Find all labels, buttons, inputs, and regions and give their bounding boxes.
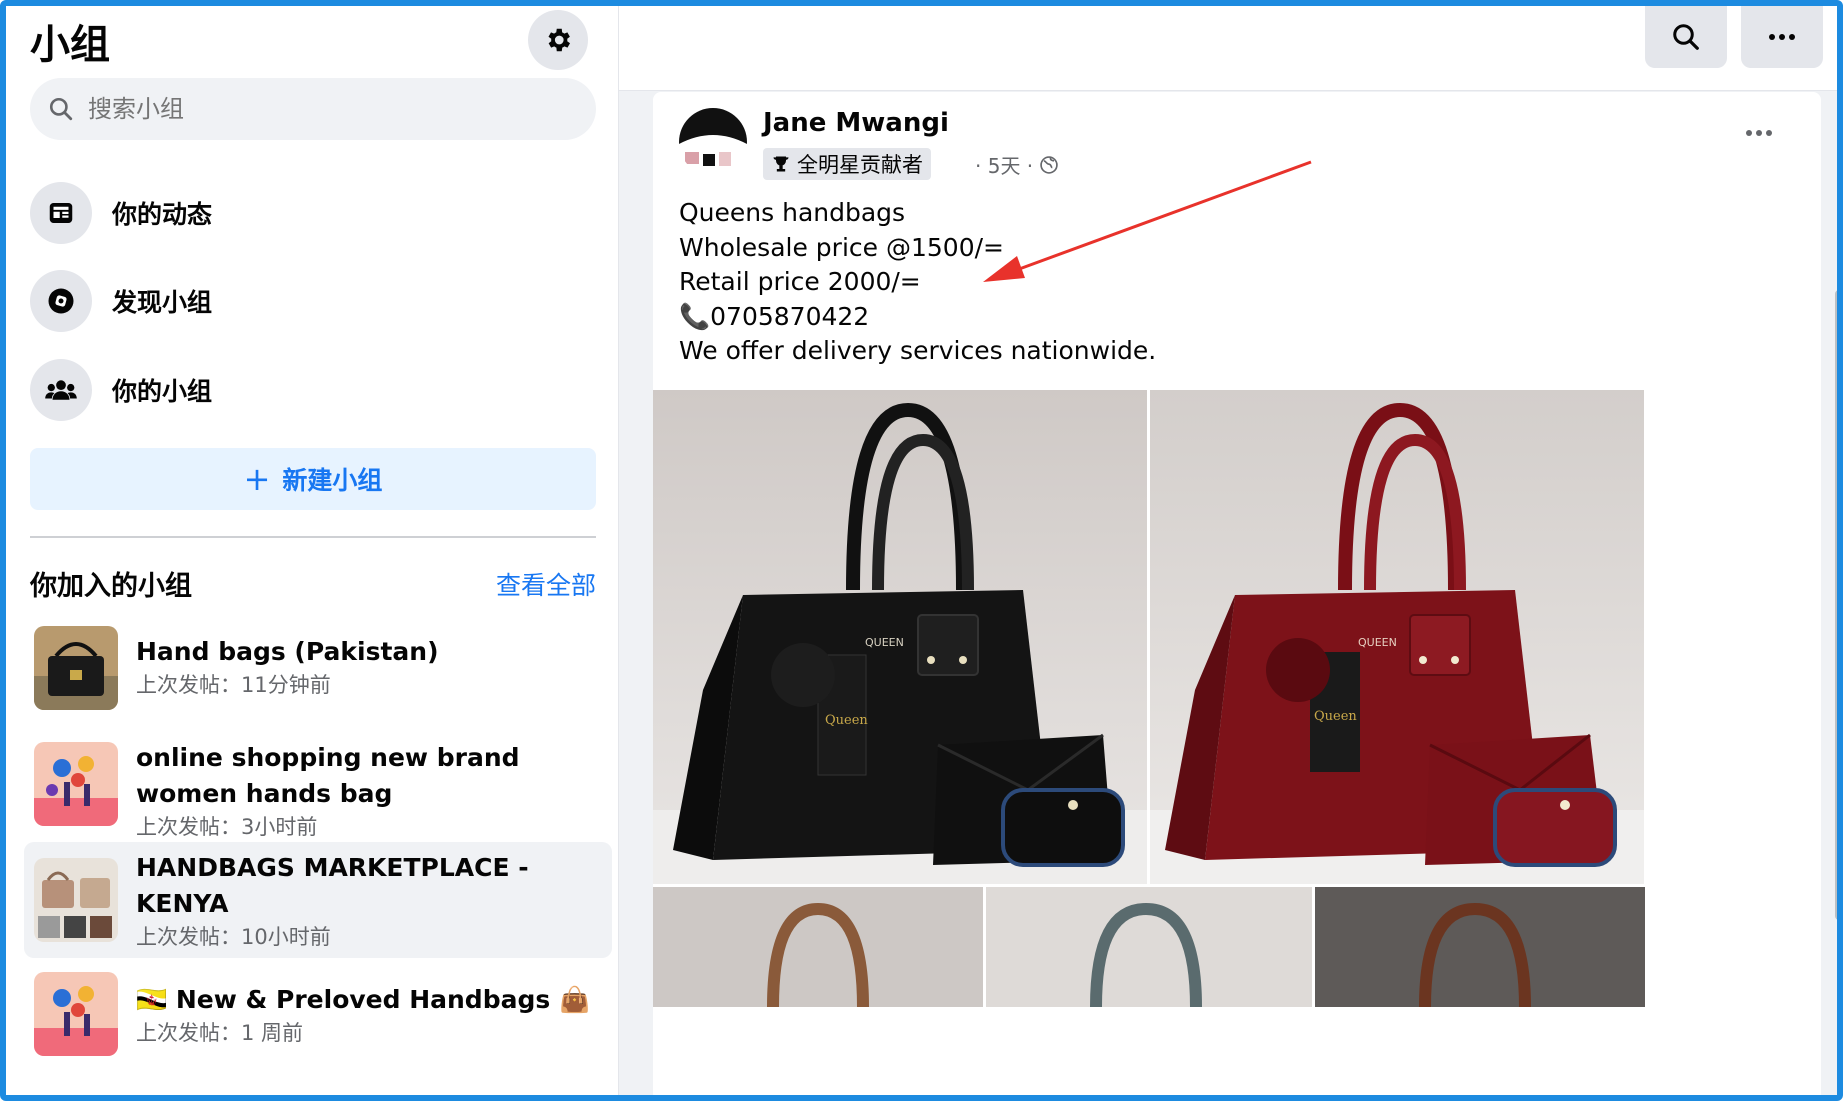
settings-button[interactable]: [528, 10, 588, 70]
search-icon: [49, 97, 73, 121]
nav-label: 你的小组: [112, 377, 213, 406]
top-bar: [619, 6, 1837, 91]
nav-your-feed[interactable]: 你的动态: [30, 178, 596, 248]
sidebar-title: 小组: [30, 22, 110, 68]
group-last-post: 上次发帖：1 周前: [136, 1021, 304, 1045]
app-window: 小组 你的动态 发现小组 你的小组 + 新建小组 你加入的小组 查看全部: [0, 0, 1843, 1101]
contributor-badge: 全明星贡献者: [763, 148, 931, 180]
main-feed: Jane Mwangi 全明星贡献者 · 5天 · Queens handbag…: [619, 6, 1837, 1095]
svg-text:Queen: Queen: [1314, 709, 1357, 724]
more-icon: [1769, 34, 1795, 40]
people-icon: [45, 380, 77, 400]
post-line: We offer delivery services nationwide.: [679, 336, 1157, 365]
group-item-active[interactable]: HANDBAGS MARKETPLACE - KENYA 上次发帖：10小时前: [24, 842, 612, 958]
group-name: Hand bags (Pakistan): [136, 637, 439, 666]
product-photo-grey-bag[interactable]: [986, 887, 1312, 1007]
compass-icon: [48, 288, 74, 314]
group-last-post: 上次发帖：10小时前: [136, 925, 331, 949]
annotation-arrow: [983, 160, 1312, 282]
see-all-link[interactable]: 查看全部: [496, 566, 596, 602]
new-group-label: 新建小组: [282, 466, 383, 495]
group-thumbnail: [34, 626, 118, 710]
search-groups[interactable]: [30, 78, 596, 140]
group-item[interactable]: 🇧🇳 New & Preloved Handbags 👜 上次发帖：1 周前: [24, 972, 612, 1068]
joined-groups-header: 你加入的小组 查看全部: [30, 564, 596, 603]
search-button[interactable]: [1645, 6, 1727, 68]
plus-icon: +: [243, 460, 271, 498]
nav-label: 发现小组: [112, 288, 213, 317]
group-thumbnail: [34, 858, 118, 942]
svg-text:QUEEN: QUEEN: [1358, 636, 1397, 649]
search-icon: [1673, 24, 1699, 50]
group-last-post: 上次发帖：3小时前: [136, 815, 318, 839]
product-photo-red-bag[interactable]: QUEEN Queen: [1150, 390, 1644, 884]
feed-icon: [49, 203, 73, 223]
group-name: 🇧🇳 New & Preloved Handbags 👜: [136, 985, 591, 1014]
group-item[interactable]: Hand bags (Pakistan) 上次发帖：11分钟前: [24, 626, 612, 716]
joined-groups-title: 你加入的小组: [30, 571, 192, 602]
post-options-button[interactable]: [1735, 118, 1783, 148]
svg-text:QUEEN: QUEEN: [865, 636, 904, 649]
nav-label: 你的动态: [112, 200, 213, 229]
product-photo-dark-brown-bag[interactable]: [1315, 887, 1645, 1007]
search-input[interactable]: [86, 94, 570, 124]
author-name[interactable]: Jane Mwangi: [763, 108, 949, 138]
group-name: online shopping new brand women hands ba…: [136, 743, 520, 808]
divider: [30, 536, 596, 538]
new-group-button[interactable]: + 新建小组: [30, 448, 596, 510]
product-photo-black-bag[interactable]: QUEEN Queen: [653, 390, 1147, 884]
svg-text:Queen: Queen: [825, 713, 868, 728]
badge-label: 全明星贡献者: [797, 153, 923, 177]
post-line: 📞0705870422: [679, 301, 870, 331]
more-icon: [1746, 130, 1772, 136]
gear-icon: [548, 28, 570, 52]
trophy-icon: [773, 156, 789, 172]
group-last-post: 上次发帖：11分钟前: [136, 673, 331, 697]
group-thumbnail: [34, 742, 118, 826]
group-thumbnail: [34, 972, 118, 1056]
groups-sidebar: 小组 你的动态 发现小组 你的小组 + 新建小组 你加入的小组 查看全部: [12, 6, 619, 1095]
post-card: Jane Mwangi 全明星贡献者 · 5天 · Queens handbag…: [653, 92, 1821, 1095]
nav-discover[interactable]: 发现小组: [30, 266, 596, 336]
product-photo-brown-bag[interactable]: [653, 887, 983, 1007]
scrollbar[interactable]: [1835, 290, 1837, 920]
group-item[interactable]: online shopping new brand women hands ba…: [24, 732, 612, 839]
author-avatar[interactable]: [679, 108, 747, 176]
more-button[interactable]: [1741, 6, 1823, 68]
group-name: HANDBAGS MARKETPLACE - KENYA: [136, 853, 529, 918]
nav-your-groups[interactable]: 你的小组: [30, 355, 596, 425]
